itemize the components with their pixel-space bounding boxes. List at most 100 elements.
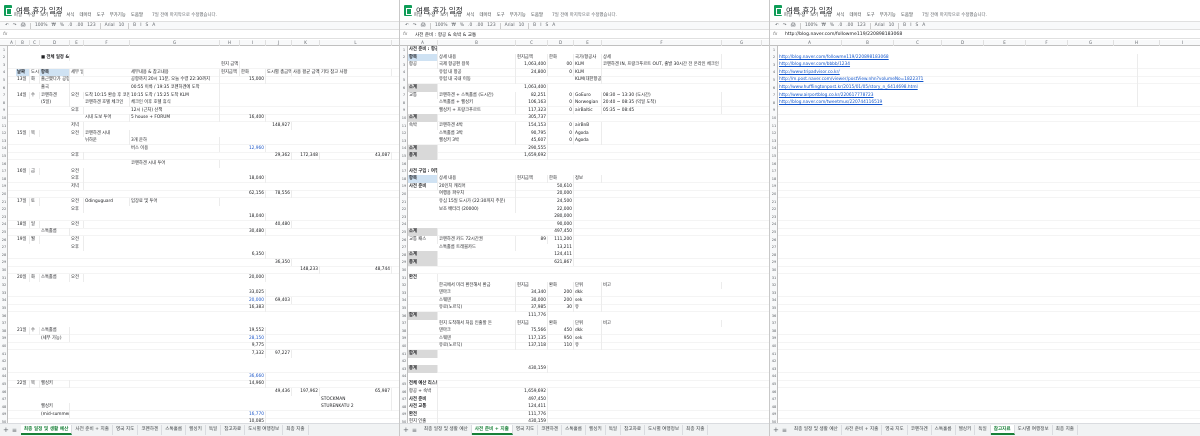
table-cell[interactable]: 18,040 <box>240 175 266 183</box>
menu-tools[interactable]: 도구 <box>867 12 875 18</box>
toolbar-button[interactable]: B <box>131 23 138 28</box>
sheet-tab[interactable]: 헬싱키 <box>586 425 606 435</box>
toolbar-button[interactable]: A <box>150 23 157 28</box>
sheet-tab[interactable]: 영국 지도 <box>513 425 539 435</box>
table-cell[interactable]: 00 <box>548 61 574 69</box>
table-cell[interactable]: 한화 <box>548 53 574 62</box>
table-cell[interactable]: 환화 <box>548 319 574 328</box>
table-cell[interactable]: 48,744 <box>320 266 392 274</box>
row-header[interactable]: 26 <box>400 238 408 242</box>
table-cell[interactable]: 수 <box>30 91 40 100</box>
table-cell[interactable]: 금 <box>30 167 40 176</box>
row-header[interactable]: 49 <box>770 412 778 416</box>
table-cell[interactable]: (mid-summer <box>40 410 70 419</box>
table-cell[interactable]: 17일 <box>16 198 30 206</box>
sheet-tab[interactable]: 최종 지출 <box>283 425 309 435</box>
row-header[interactable]: 6 <box>770 86 778 90</box>
row-header[interactable]: 18 <box>400 177 408 181</box>
table-cell[interactable]: 497,450 <box>548 228 574 236</box>
table-cell[interactable]: 코펜하겐 IN, 프랑크푸르트 OUT, 출발 30시간 전 온라인 체크인 <box>602 61 722 69</box>
toolbar-button[interactable]: 🖨 <box>418 23 428 28</box>
row-header[interactable]: 44 <box>0 374 8 378</box>
sheet-tab[interactable]: 사전 준비 + 지출 <box>842 425 883 435</box>
row-header[interactable]: 12 <box>0 131 8 135</box>
table-cell[interactable]: 89 <box>516 236 548 244</box>
table-cell[interactable]: 65,987 <box>320 388 392 396</box>
table-cell[interactable]: 오후 <box>70 243 84 252</box>
toolbar-button[interactable]: Arial <box>503 23 517 28</box>
table-cell[interactable]: dkk <box>574 327 602 335</box>
row-header[interactable]: 5 <box>770 78 778 82</box>
table-cell[interactable]: 148,927 <box>266 122 292 130</box>
menu-data[interactable]: 데이터 <box>849 12 861 18</box>
row-header[interactable]: 37 <box>770 321 778 325</box>
menu-tools[interactable]: 도구 <box>497 12 505 18</box>
row-header[interactable]: 49 <box>0 412 8 416</box>
table-cell[interactable]: 항목 <box>40 68 70 77</box>
row-header[interactable]: 15 <box>0 154 8 158</box>
row-header[interactable]: 43 <box>400 367 408 371</box>
toolbar-button[interactable]: B <box>531 23 538 28</box>
toolbar-button[interactable]: ↶ <box>773 23 781 28</box>
table-cell[interactable]: http://m.post.naver.com/viewer/postView.… <box>778 76 1138 84</box>
row-header[interactable]: 36 <box>0 314 8 318</box>
table-cell[interactable]: 도시 <box>30 68 40 77</box>
row-header[interactable]: 24 <box>400 222 408 226</box>
table-cell[interactable]: 교통 <box>408 91 438 100</box>
row-header[interactable]: 21 <box>0 200 8 204</box>
table-cell[interactable]: 30,000 <box>516 296 548 305</box>
row-header[interactable]: 3 <box>400 63 408 67</box>
toolbar-button[interactable]: % <box>458 23 466 28</box>
row-header[interactable]: 3 <box>770 63 778 67</box>
table-cell[interactable]: 사전 준비 : 항공 & 숙박 & 교통 <box>408 46 438 54</box>
table-cell[interactable]: 상세 내용 <box>438 53 516 62</box>
menu-file[interactable]: 파일 <box>414 12 422 18</box>
all-sheets-icon[interactable]: ≡ <box>782 427 787 434</box>
row-header[interactable]: 30 <box>0 268 8 272</box>
table-cell[interactable]: 18,040 <box>240 213 266 221</box>
row-header[interactable]: 30 <box>770 268 778 272</box>
toolbar-button[interactable]: .0 <box>66 23 74 28</box>
sheet-tab[interactable]: 최종 지출 <box>1053 425 1079 435</box>
toolbar-button[interactable]: 100% <box>33 23 50 28</box>
row-header[interactable]: 39 <box>400 336 408 340</box>
sheet-tab[interactable]: 코펜하겐 <box>138 425 163 435</box>
table-cell[interactable]: 항목 <box>408 175 438 183</box>
table-cell[interactable]: 197,962 <box>292 388 320 396</box>
formula-input[interactable]: 사전 준비 : 항공 & 숙박 & 교통 <box>415 32 476 38</box>
row-header[interactable]: 42 <box>770 359 778 363</box>
table-cell[interactable]: KLM <box>574 61 602 69</box>
table-cell[interactable]: 코펜하겐 카드 72시간권 <box>438 236 516 244</box>
table-cell[interactable]: 목 <box>30 380 40 388</box>
table-cell[interactable]: 16,770 <box>240 410 266 419</box>
table-cell[interactable]: 20인치 캐리어 <box>438 182 516 191</box>
add-sheet-icon[interactable]: + <box>773 426 779 434</box>
row-header[interactable]: 45 <box>0 382 8 386</box>
row-header[interactable]: 47 <box>770 397 778 401</box>
menu-tools[interactable]: 도구 <box>97 12 105 18</box>
row-header[interactable]: 43 <box>770 367 778 371</box>
menu-insert[interactable]: 삽입 <box>53 12 61 18</box>
row-header[interactable]: 29 <box>0 260 8 264</box>
sheet-tab[interactable]: 최종 일정 및 생활 예산 <box>791 425 842 435</box>
row-header[interactable]: 6 <box>0 86 8 90</box>
table-cell[interactable]: 사전 준비 <box>408 395 438 404</box>
table-cell[interactable]: 20일 <box>16 274 30 282</box>
table-cell[interactable]: 3개 운하 <box>130 137 220 145</box>
table-cell[interactable]: 현지금액 <box>516 175 548 183</box>
table-cell[interactable]: 950 <box>548 334 574 343</box>
table-cell[interactable]: 단위 <box>574 319 602 328</box>
row-header[interactable]: 2 <box>0 55 8 59</box>
table-cell[interactable]: 헬싱키 + 프랑크푸르트 <box>438 106 516 115</box>
toolbar-button[interactable]: ↷ <box>11 23 19 28</box>
table-cell[interactable]: 45,607 <box>516 137 548 145</box>
toolbar-button[interactable]: 100% <box>803 23 820 28</box>
toolbar-button[interactable]: 10 <box>517 23 527 28</box>
row-header[interactable]: 5 <box>400 78 408 82</box>
table-cell[interactable]: 1,659,692 <box>516 388 548 396</box>
toolbar-button[interactable]: Arial <box>103 23 117 28</box>
row-header[interactable]: 20 <box>400 192 408 196</box>
table-cell[interactable]: 36,660 <box>240 372 266 381</box>
table-cell[interactable]: 111,776 <box>516 312 548 320</box>
table-cell[interactable]: 화 <box>30 274 40 282</box>
